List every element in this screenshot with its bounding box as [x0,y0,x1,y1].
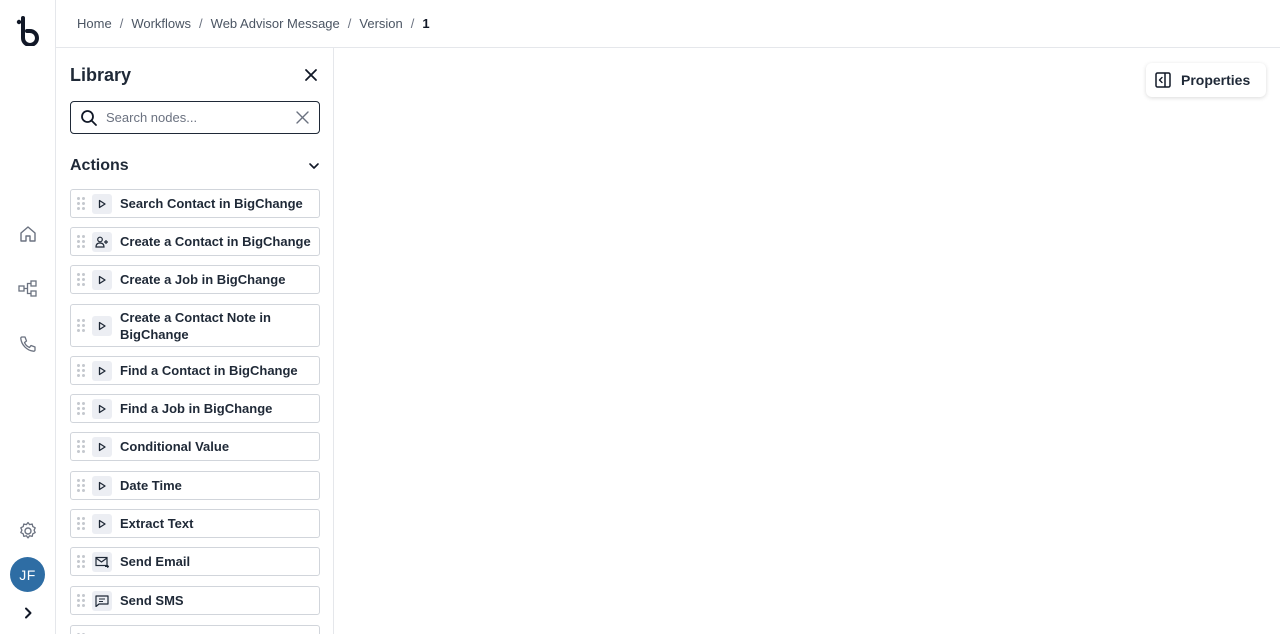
breadcrumb-home[interactable]: Home [77,16,112,31]
node-label: Send Email [120,554,191,569]
drag-handle-icon[interactable] [77,402,85,416]
section-label: Actions [70,157,129,174]
node-extract-text[interactable]: Extract Text [70,509,320,538]
search-icon [81,109,97,126]
node-conditional-value[interactable]: Conditional Value [70,432,320,461]
play-icon [92,193,112,214]
breadcrumb-workflow-name[interactable]: Web Advisor Message [211,16,340,31]
sms-icon [92,590,112,611]
node-create-job[interactable]: Create a Job in BigChange [70,265,320,294]
icon-rail: JF [0,0,56,634]
drag-handle-icon[interactable] [77,440,85,454]
workflow-canvas[interactable] [334,48,1280,634]
play-icon [92,360,112,381]
avatar[interactable]: JF [10,557,45,592]
breadcrumb-workflows[interactable]: Workflows [131,16,191,31]
email-icon [92,551,112,572]
chevron-right-icon[interactable] [18,603,38,623]
clear-search-icon[interactable] [295,110,310,125]
node-partial[interactable] [70,625,320,634]
workflow-icon[interactable] [16,277,40,301]
logo-icon[interactable] [14,16,42,46]
library-panel: Library Actions Search Contact in BigCha… [56,48,334,634]
library-title: Library [70,65,132,85]
search-input[interactable] [106,110,286,125]
drag-handle-icon[interactable] [77,594,85,608]
node-label: Create a Job in BigChange [120,272,286,287]
node-label: Extract Text [120,516,194,531]
node-label: Date Time [120,478,182,493]
close-icon[interactable] [303,67,319,83]
breadcrumb-separator: / [199,16,203,31]
play-icon [92,475,112,496]
home-icon[interactable] [16,222,40,246]
play-icon [92,513,112,534]
properties-button[interactable]: Properties [1146,63,1266,97]
breadcrumb: Home / Workflows / Web Advisor Message /… [56,0,1280,48]
settings-icon[interactable] [16,519,40,543]
panel-toggle-icon [1155,72,1171,88]
drag-handle-icon[interactable] [77,555,85,569]
breadcrumb-separator: / [347,16,352,31]
node-send-email[interactable]: Send Email [70,547,320,576]
search-box [70,101,320,134]
node-label: Find a Job in BigChange [120,401,273,416]
node-label: Create a Contact in BigChange [120,234,311,249]
breadcrumb-separator: / [119,16,124,31]
drag-handle-icon[interactable] [77,479,85,493]
node-find-job[interactable]: Find a Job in BigChange [70,394,320,423]
node-search-contact[interactable]: Search Contact in BigChange [70,189,320,218]
node-create-contact-note[interactable]: Create a Contact Note in BigChange [70,304,320,347]
drag-handle-icon[interactable] [77,517,85,531]
play-icon [92,398,112,419]
drag-handle-icon[interactable] [77,197,85,211]
node-label: Conditional Value [120,439,230,454]
breadcrumb-version[interactable]: Version [359,16,402,31]
drag-handle-icon[interactable] [77,273,85,287]
drag-handle-icon[interactable] [77,319,85,333]
properties-label: Properties [1181,72,1251,88]
chevron-down-icon [309,163,319,169]
breadcrumb-separator: / [410,16,415,31]
actions-section-header[interactable]: Actions [70,156,320,176]
breadcrumb-current: 1 [422,16,430,31]
phone-icon[interactable] [16,332,40,356]
play-icon [92,436,112,457]
play-icon [92,269,112,290]
drag-handle-icon[interactable] [77,364,85,378]
node-create-contact[interactable]: Create a Contact in BigChange [70,227,320,256]
node-send-sms[interactable]: Send SMS [70,586,320,615]
drag-handle-icon[interactable] [77,235,85,249]
node-date-time[interactable]: Date Time [70,471,320,500]
user-add-icon [92,231,112,252]
node-label: Create a Contact Note in BigChange [120,309,271,342]
node-find-contact[interactable]: Find a Contact in BigChange [70,356,320,385]
play-icon [92,315,112,336]
node-label: Find a Contact in BigChange [120,363,298,378]
node-label: Send SMS [120,593,184,608]
node-label: Search Contact in BigChange [120,196,303,211]
